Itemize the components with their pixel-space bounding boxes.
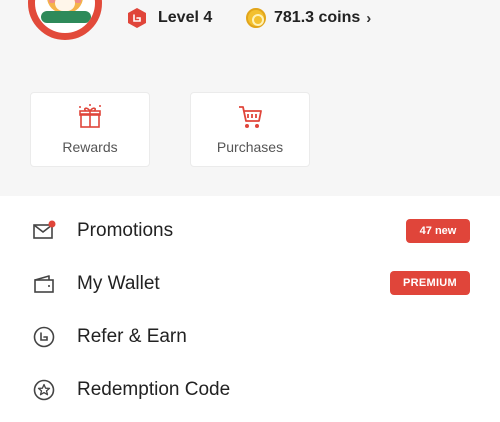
coins-label: 781.3 coins [274, 9, 361, 26]
purchases-label: Purchases [216, 139, 284, 155]
menu-item-redemption-code[interactable]: Redemption Code [0, 363, 500, 416]
wallet-icon [34, 274, 54, 293]
level-label: Level 4 [158, 9, 213, 26]
menu-item-label: My Wallet [77, 272, 160, 294]
premium-badge: PREMIUM [390, 271, 470, 295]
chevron-right-icon: › [366, 9, 372, 27]
purchases-card[interactable]: Purchases [190, 92, 310, 167]
coin-icon [246, 8, 266, 28]
avatar-image [35, 0, 95, 33]
coins-balance-link[interactable]: 781.3 coins › [246, 6, 371, 30]
level-hexagon-icon [128, 8, 146, 28]
menu-item-my-wallet[interactable]: My Wallet PREMIUM [0, 257, 500, 310]
rewards-card[interactable]: Rewards [30, 92, 150, 167]
star-badge-icon [33, 379, 55, 400]
rewards-label: Rewards [62, 139, 118, 155]
avatar[interactable] [28, 0, 102, 40]
profile-header-area: Level 4 781.3 coins › Rewards Purchases [0, 0, 500, 196]
refer-icon [33, 326, 55, 347]
notification-dot [48, 220, 56, 227]
level-indicator: Level 4 [126, 6, 212, 30]
menu-item-label: Refer & Earn [77, 325, 187, 347]
menu-item-label: Promotions [77, 219, 174, 241]
menu-item-refer-earn[interactable]: Refer & Earn [0, 310, 500, 363]
menu-item-label: Redemption Code [77, 378, 231, 400]
menu-item-promotions[interactable]: Promotions 47 new [0, 204, 500, 257]
cart-icon [239, 106, 262, 128]
mail-icon [33, 220, 56, 239]
new-count-badge: 47 new [406, 219, 470, 243]
gift-icon [79, 104, 101, 128]
